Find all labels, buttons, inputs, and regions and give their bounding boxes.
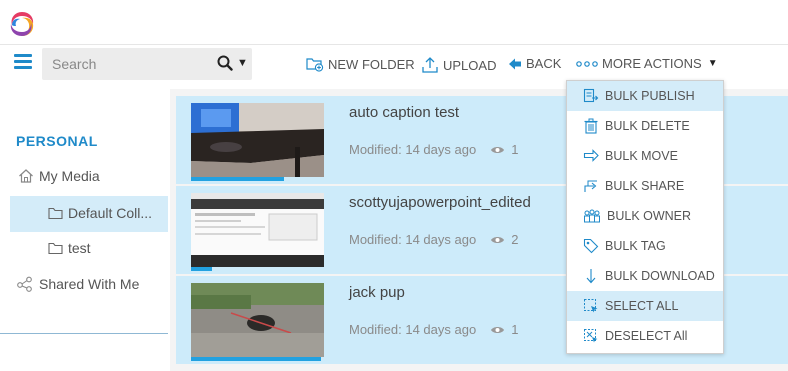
- progress-bar: [191, 177, 284, 181]
- menu-item-bulk-move[interactable]: BULK MOVE: [567, 141, 723, 171]
- folder-icon: [48, 242, 63, 254]
- section-title-personal: PERSONAL: [16, 133, 98, 149]
- sidebar-item-my-media[interactable]: My Media: [18, 168, 100, 184]
- move-icon: [583, 149, 599, 162]
- menu-item-label: BULK PUBLISH: [605, 89, 695, 103]
- modified-date: Modified: 14 days ago: [349, 322, 477, 337]
- video-thumbnail[interactable]: [191, 193, 324, 267]
- view-count: 1: [490, 142, 518, 157]
- modified-date: Modified: 14 days ago: [349, 232, 477, 247]
- owner-icon: [584, 209, 600, 223]
- more-dots-icon: [576, 60, 598, 67]
- download-icon: [586, 269, 596, 284]
- menu-item-bulk-publish[interactable]: BULK PUBLISH: [567, 81, 723, 111]
- sidebar-item-label: Default Coll...: [68, 205, 153, 221]
- progress-bar: [191, 267, 212, 271]
- menu-item-label: BULK TAG: [605, 239, 666, 253]
- media-title[interactable]: scottyujapowerpoint_edited: [349, 194, 531, 211]
- sidebar-item-label: Shared With Me: [39, 276, 140, 292]
- publish-icon: [583, 88, 599, 103]
- home-icon: [19, 169, 33, 183]
- new-folder-button[interactable]: NEW FOLDER: [306, 56, 415, 72]
- sidebar-item-test[interactable]: test: [48, 240, 91, 256]
- more-actions-label: MORE ACTIONS: [602, 56, 702, 71]
- new-folder-icon: [306, 58, 324, 72]
- top-bar: [0, 0, 788, 45]
- eye-icon: [491, 326, 505, 333]
- folder-icon: [48, 207, 63, 219]
- more-actions-menu: BULK PUBLISH BULK DELETE BULK MOVE BULK …: [566, 80, 724, 354]
- sidebar-item-default-collection[interactable]: Default Coll...: [48, 205, 152, 221]
- menu-item-bulk-owner[interactable]: BULK OWNER: [567, 201, 723, 231]
- media-title[interactable]: jack pup: [349, 284, 405, 301]
- trash-icon: [584, 118, 598, 134]
- eye-icon: [491, 236, 505, 243]
- menu-item-label: BULK SHARE: [605, 179, 685, 193]
- media-meta: Modified: 14 days ago 2: [349, 232, 518, 247]
- menu-item-label: SELECT ALL: [605, 299, 679, 313]
- view-count-value: 1: [511, 142, 519, 157]
- search-input[interactable]: [42, 48, 222, 80]
- back-arrow-icon: [509, 58, 521, 69]
- video-thumbnail[interactable]: [191, 283, 324, 357]
- media-meta: Modified: 14 days ago 1: [349, 322, 518, 337]
- menu-item-label: BULK DELETE: [605, 119, 690, 133]
- menu-item-bulk-tag[interactable]: BULK TAG: [567, 231, 723, 261]
- back-label: BACK: [526, 56, 562, 71]
- eye-icon: [491, 146, 505, 153]
- view-count-value: 1: [511, 322, 519, 337]
- video-thumbnail[interactable]: [191, 103, 324, 177]
- menu-item-label: BULK MOVE: [605, 149, 678, 163]
- share-icon: [584, 180, 597, 192]
- media-title[interactable]: auto caption test: [349, 104, 459, 121]
- more-actions-button[interactable]: MORE ACTIONS ▼: [576, 56, 718, 71]
- caret-down-icon: ▼: [707, 58, 718, 69]
- brand-logo-icon[interactable]: [6, 8, 38, 40]
- menu-item-label: BULK DOWNLOAD: [605, 269, 715, 283]
- menu-hamburger-icon[interactable]: [14, 54, 32, 70]
- back-button[interactable]: BACK: [508, 56, 561, 71]
- search-options-chevron-icon[interactable]: ▼: [237, 57, 248, 69]
- view-count-value: 2: [511, 232, 519, 247]
- tag-icon: [583, 238, 599, 254]
- select-all-icon: [584, 299, 598, 313]
- menu-item-select-all[interactable]: SELECT ALL: [567, 291, 723, 321]
- new-folder-label: NEW FOLDER: [328, 56, 415, 72]
- upload-icon: [422, 57, 438, 73]
- menu-item-bulk-delete[interactable]: BULK DELETE: [567, 111, 723, 141]
- sidebar-divider: [0, 333, 168, 334]
- deselect-all-icon: [584, 329, 598, 343]
- sidebar-item-label: test: [68, 240, 91, 256]
- search-icon[interactable]: [217, 55, 233, 71]
- progress-bar: [191, 357, 321, 361]
- menu-item-bulk-download[interactable]: BULK DOWNLOAD: [567, 261, 723, 291]
- upload-button[interactable]: UPLOAD: [421, 56, 496, 74]
- share-nodes-icon: [17, 276, 32, 292]
- view-count: 2: [490, 232, 518, 247]
- menu-item-label: DESELECT All: [605, 329, 688, 343]
- view-count: 1: [490, 322, 518, 337]
- sidebar-item-label: My Media: [39, 168, 100, 184]
- menu-item-deselect-all[interactable]: DESELECT All: [567, 321, 723, 351]
- menu-item-bulk-share[interactable]: BULK SHARE: [567, 171, 723, 201]
- menu-item-label: BULK OWNER: [607, 209, 692, 223]
- sidebar-item-shared-with-me[interactable]: Shared With Me: [16, 276, 139, 292]
- upload-label: UPLOAD: [443, 57, 497, 73]
- media-meta: Modified: 14 days ago 1: [349, 142, 518, 157]
- search-box: ▼: [42, 48, 252, 80]
- modified-date: Modified: 14 days ago: [349, 142, 477, 157]
